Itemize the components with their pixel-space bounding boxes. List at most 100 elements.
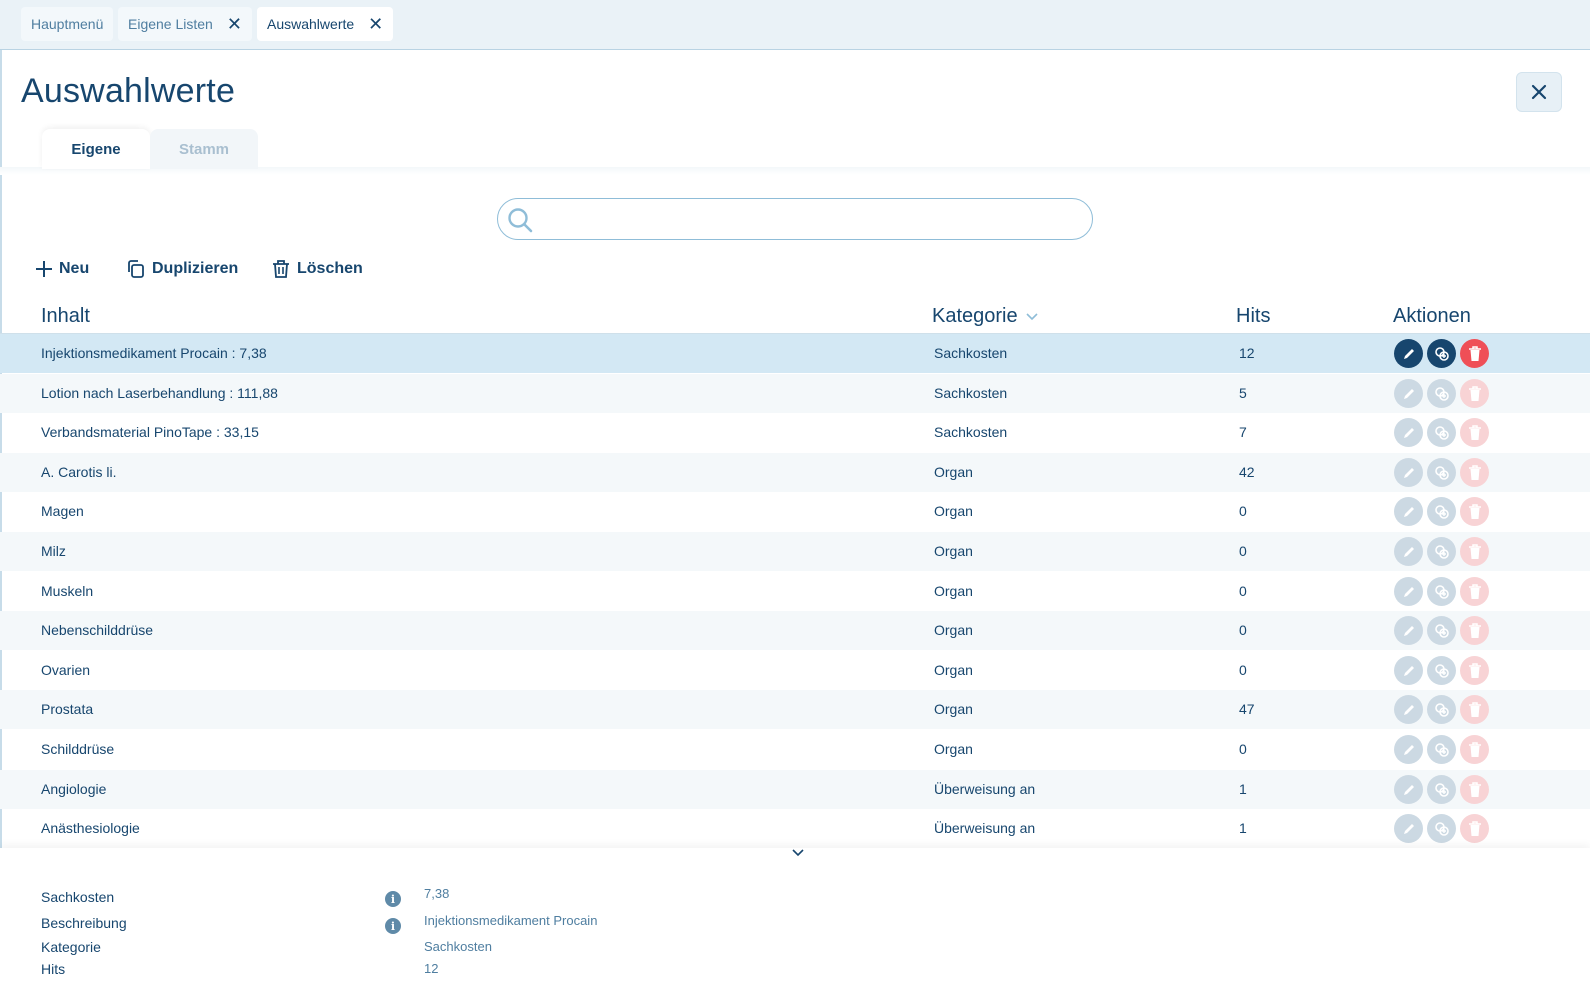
edit-button[interactable] (1394, 775, 1423, 804)
delete-row-button[interactable] (1460, 458, 1489, 487)
pencil-icon (1403, 348, 1414, 359)
pencil-icon (1403, 546, 1414, 557)
table-row[interactable]: Lotion nach Laserbehandlung : 111,88 Sach… (0, 374, 1590, 413)
delete-row-button[interactable] (1460, 735, 1489, 764)
duplicate-row-button[interactable] (1427, 735, 1456, 764)
tab-stamm[interactable]: Stamm (150, 129, 258, 169)
edit-button[interactable] (1394, 379, 1423, 408)
search-box[interactable] (497, 198, 1093, 240)
edit-button[interactable] (1394, 418, 1423, 447)
tab-eigene-listen[interactable]: Eigene Listen ✕ (118, 7, 252, 41)
duplicate-row-button[interactable] (1427, 695, 1456, 724)
search-input[interactable] (542, 205, 1082, 233)
duplicate-row-button[interactable] (1427, 537, 1456, 566)
pencil-icon (1403, 388, 1414, 399)
copy-icon (1434, 504, 1449, 519)
cell-kategorie: Überweisung an (934, 820, 1036, 836)
duplicate-row-button[interactable] (1427, 458, 1456, 487)
duplicate-row-button[interactable] (1427, 379, 1456, 408)
row-actions (1394, 418, 1489, 447)
close-icon[interactable]: ✕ (368, 15, 383, 33)
chevron-down-icon[interactable] (1026, 312, 1038, 321)
column-header-inhalt[interactable]: Inhalt (41, 305, 90, 328)
pencil-icon (1403, 625, 1414, 636)
edit-button[interactable] (1394, 577, 1423, 606)
edit-button[interactable] (1394, 616, 1423, 645)
table-row[interactable]: Prostata Organ 47 (0, 690, 1590, 729)
cell-hits: 5 (1239, 385, 1247, 401)
delete-row-button[interactable] (1460, 814, 1489, 843)
copy-icon (1434, 386, 1449, 401)
copy-icon (128, 260, 144, 278)
table-row[interactable]: Verbandsmaterial PinoTape : 33,15 Sachkos… (0, 413, 1590, 452)
delete-row-button[interactable] (1460, 577, 1489, 606)
edit-button[interactable] (1394, 537, 1423, 566)
delete-row-button[interactable] (1460, 379, 1489, 408)
table-row[interactable]: Muskeln Organ 0 (0, 572, 1590, 611)
duplicate-row-button[interactable] (1427, 616, 1456, 645)
cell-inhalt: A. Carotis li. (41, 464, 117, 480)
pencil-icon (1403, 586, 1414, 597)
table-row[interactable]: Injektionsmedikament Procain : 7,38 Sachk… (0, 334, 1590, 373)
copy-icon (1434, 742, 1449, 757)
delete-row-button[interactable] (1460, 656, 1489, 685)
duplicate-row-button[interactable] (1427, 418, 1456, 447)
detail-value-hits: 12 (424, 961, 439, 976)
tab-eigene[interactable]: Eigene (42, 129, 150, 169)
cell-hits: 1 (1239, 820, 1247, 836)
duplicate-row-button[interactable] (1427, 775, 1456, 804)
cell-hits: 0 (1239, 741, 1247, 757)
close-icon[interactable]: ✕ (227, 15, 242, 33)
row-actions (1394, 814, 1489, 843)
chevron-down-icon[interactable] (792, 848, 804, 858)
tab-auswahlwerte[interactable]: Auswahlwerte ✕ (257, 7, 394, 41)
cell-inhalt: Schilddrüse (41, 741, 115, 757)
delete-row-button[interactable] (1460, 418, 1489, 447)
delete-row-button[interactable] (1460, 339, 1489, 368)
duplicate-row-button[interactable] (1427, 814, 1456, 843)
edit-button[interactable] (1394, 695, 1423, 724)
duplicate-row-button[interactable] (1427, 577, 1456, 606)
table-row[interactable]: Schilddrüse Organ 0 (0, 730, 1590, 769)
close-button[interactable] (1516, 72, 1562, 112)
detail-value-kategorie: Sachkosten (424, 939, 492, 954)
table-row[interactable]: Anästhesiologie Überweisung an 1 (0, 809, 1590, 848)
table-row[interactable]: A. Carotis li. Organ 42 (0, 453, 1590, 492)
copy-icon (1434, 465, 1449, 480)
duplicate-row-button[interactable] (1427, 339, 1456, 368)
cell-hits: 12 (1239, 345, 1255, 361)
column-header-kategorie[interactable]: Kategorie (932, 305, 1038, 328)
row-actions (1394, 775, 1489, 804)
column-header-hits[interactable]: Hits (1236, 305, 1270, 328)
info-icon[interactable]: i (385, 918, 401, 934)
delete-button[interactable]: Löschen (271, 257, 363, 281)
duplicate-row-button[interactable] (1427, 497, 1456, 526)
table-row[interactable]: Angiologie Überweisung an 1 (0, 770, 1590, 809)
edit-button[interactable] (1394, 497, 1423, 526)
duplicate-button[interactable]: Duplizieren (126, 257, 238, 281)
duplicate-row-button[interactable] (1427, 656, 1456, 685)
delete-row-button[interactable] (1460, 616, 1489, 645)
cell-hits: 0 (1239, 583, 1247, 599)
trash-icon (1468, 543, 1481, 559)
row-actions (1394, 695, 1489, 724)
delete-row-button[interactable] (1460, 695, 1489, 724)
table-row[interactable]: Milz Organ 0 (0, 532, 1590, 571)
row-actions (1394, 339, 1489, 368)
pencil-icon (1403, 506, 1414, 517)
info-icon[interactable]: i (385, 891, 401, 907)
table-row[interactable]: Magen Organ 0 (0, 492, 1590, 531)
delete-row-button[interactable] (1460, 537, 1489, 566)
cell-inhalt: Magen (41, 503, 84, 519)
edit-button[interactable] (1394, 458, 1423, 487)
table-row[interactable]: Nebenschilddrüse Organ 0 (0, 611, 1590, 650)
new-button[interactable]: Neu (35, 257, 89, 281)
delete-row-button[interactable] (1460, 775, 1489, 804)
delete-row-button[interactable] (1460, 497, 1489, 526)
edit-button[interactable] (1394, 656, 1423, 685)
edit-button[interactable] (1394, 735, 1423, 764)
edit-button[interactable] (1394, 339, 1423, 368)
tab-hauptmenue[interactable]: Hauptmenü (21, 7, 114, 41)
edit-button[interactable] (1394, 814, 1423, 843)
table-row[interactable]: Ovarien Organ 0 (0, 651, 1590, 690)
